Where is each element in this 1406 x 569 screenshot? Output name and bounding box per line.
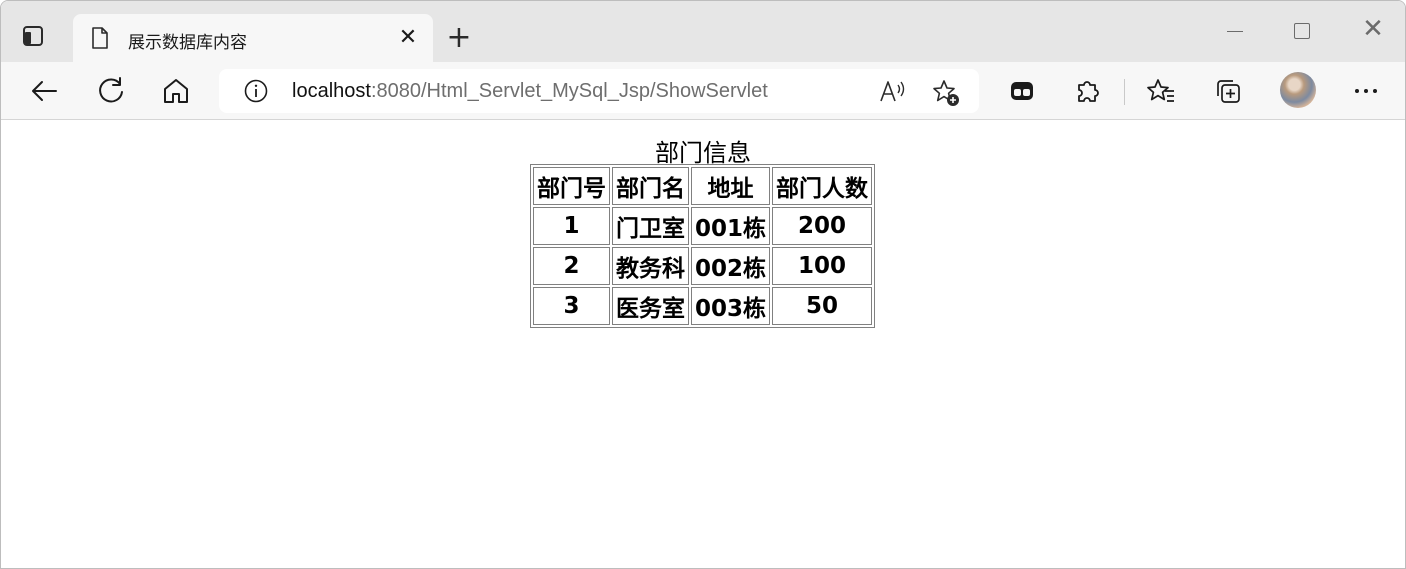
table-cell: 1 — [533, 207, 610, 245]
favorites-icon[interactable] — [1146, 76, 1176, 106]
browser-window: 展示数据库内容 ✕ + ✕ localhost:8080/Html_Servle… — [0, 0, 1406, 569]
table-row: 1 门卫室 001栋 200 — [533, 207, 873, 245]
table-cell: 100 — [772, 247, 873, 285]
tab-close-icon[interactable]: ✕ — [397, 27, 419, 49]
header-cell: 地址 — [691, 167, 771, 205]
maximize-button[interactable] — [1294, 23, 1310, 39]
table-cell: 教务科 — [612, 247, 689, 285]
toolbar-divider — [1124, 79, 1125, 105]
table-cell: 3 — [533, 287, 610, 325]
url-host: localhost — [292, 80, 371, 102]
profile-avatar[interactable] — [1280, 72, 1316, 108]
back-icon[interactable] — [29, 76, 59, 106]
table-caption: 部门信息 — [655, 139, 751, 167]
address-bar[interactable]: localhost:8080/Html_Servlet_MySql_Jsp/Sh… — [219, 69, 979, 113]
table-header-row: 部门号 部门名 地址 部门人数 — [533, 167, 873, 205]
header-cell: 部门人数 — [772, 167, 873, 205]
table-row: 2 教务科 002栋 100 — [533, 247, 873, 285]
page-content: 部门信息 部门号 部门名 地址 部门人数 1 门卫室 001栋 200 2 教务… — [1, 120, 1405, 568]
url-text[interactable]: localhost:8080/Html_Servlet_MySql_Jsp/Sh… — [292, 79, 768, 103]
more-icon[interactable] — [1351, 76, 1381, 106]
new-tab-button[interactable]: + — [445, 23, 473, 53]
table-cell: 2 — [533, 247, 610, 285]
collections-icon[interactable] — [1213, 76, 1243, 106]
table-cell: 003栋 — [691, 287, 771, 325]
table-cell: 001栋 — [691, 207, 771, 245]
site-info-icon[interactable] — [244, 79, 268, 103]
read-aloud-icon[interactable] — [879, 78, 907, 104]
tab-strip: 展示数据库内容 ✕ + ✕ — [1, 1, 1405, 62]
table-cell: 002栋 — [691, 247, 771, 285]
tab-title: 展示数据库内容 — [128, 33, 247, 53]
refresh-icon[interactable] — [96, 76, 126, 106]
document-icon — [92, 27, 108, 49]
table-cell: 医务室 — [612, 287, 689, 325]
url-path: :8080/Html_Servlet_MySql_Jsp/ShowServlet — [370, 80, 768, 102]
header-cell: 部门名 — [612, 167, 689, 205]
navigation-toolbar: localhost:8080/Html_Servlet_MySql_Jsp/Sh… — [1, 62, 1405, 120]
table-cell: 门卫室 — [612, 207, 689, 245]
table-cell: 200 — [772, 207, 873, 245]
active-tab[interactable]: 展示数据库内容 ✕ — [73, 14, 433, 62]
table-row: 3 医务室 003栋 50 — [533, 287, 873, 325]
home-icon[interactable] — [161, 76, 191, 106]
department-table: 部门号 部门名 地址 部门人数 1 门卫室 001栋 200 2 教务科 002… — [530, 164, 876, 328]
header-cell: 部门号 — [533, 167, 610, 205]
extension-app-icon[interactable] — [1007, 76, 1037, 106]
minimize-button[interactable] — [1225, 21, 1245, 41]
extensions-icon[interactable] — [1073, 76, 1103, 106]
window-close-button[interactable]: ✕ — [1359, 15, 1387, 43]
add-favorite-icon[interactable] — [931, 78, 961, 108]
tab-actions-icon[interactable] — [21, 25, 55, 51]
table-cell: 50 — [772, 287, 873, 325]
